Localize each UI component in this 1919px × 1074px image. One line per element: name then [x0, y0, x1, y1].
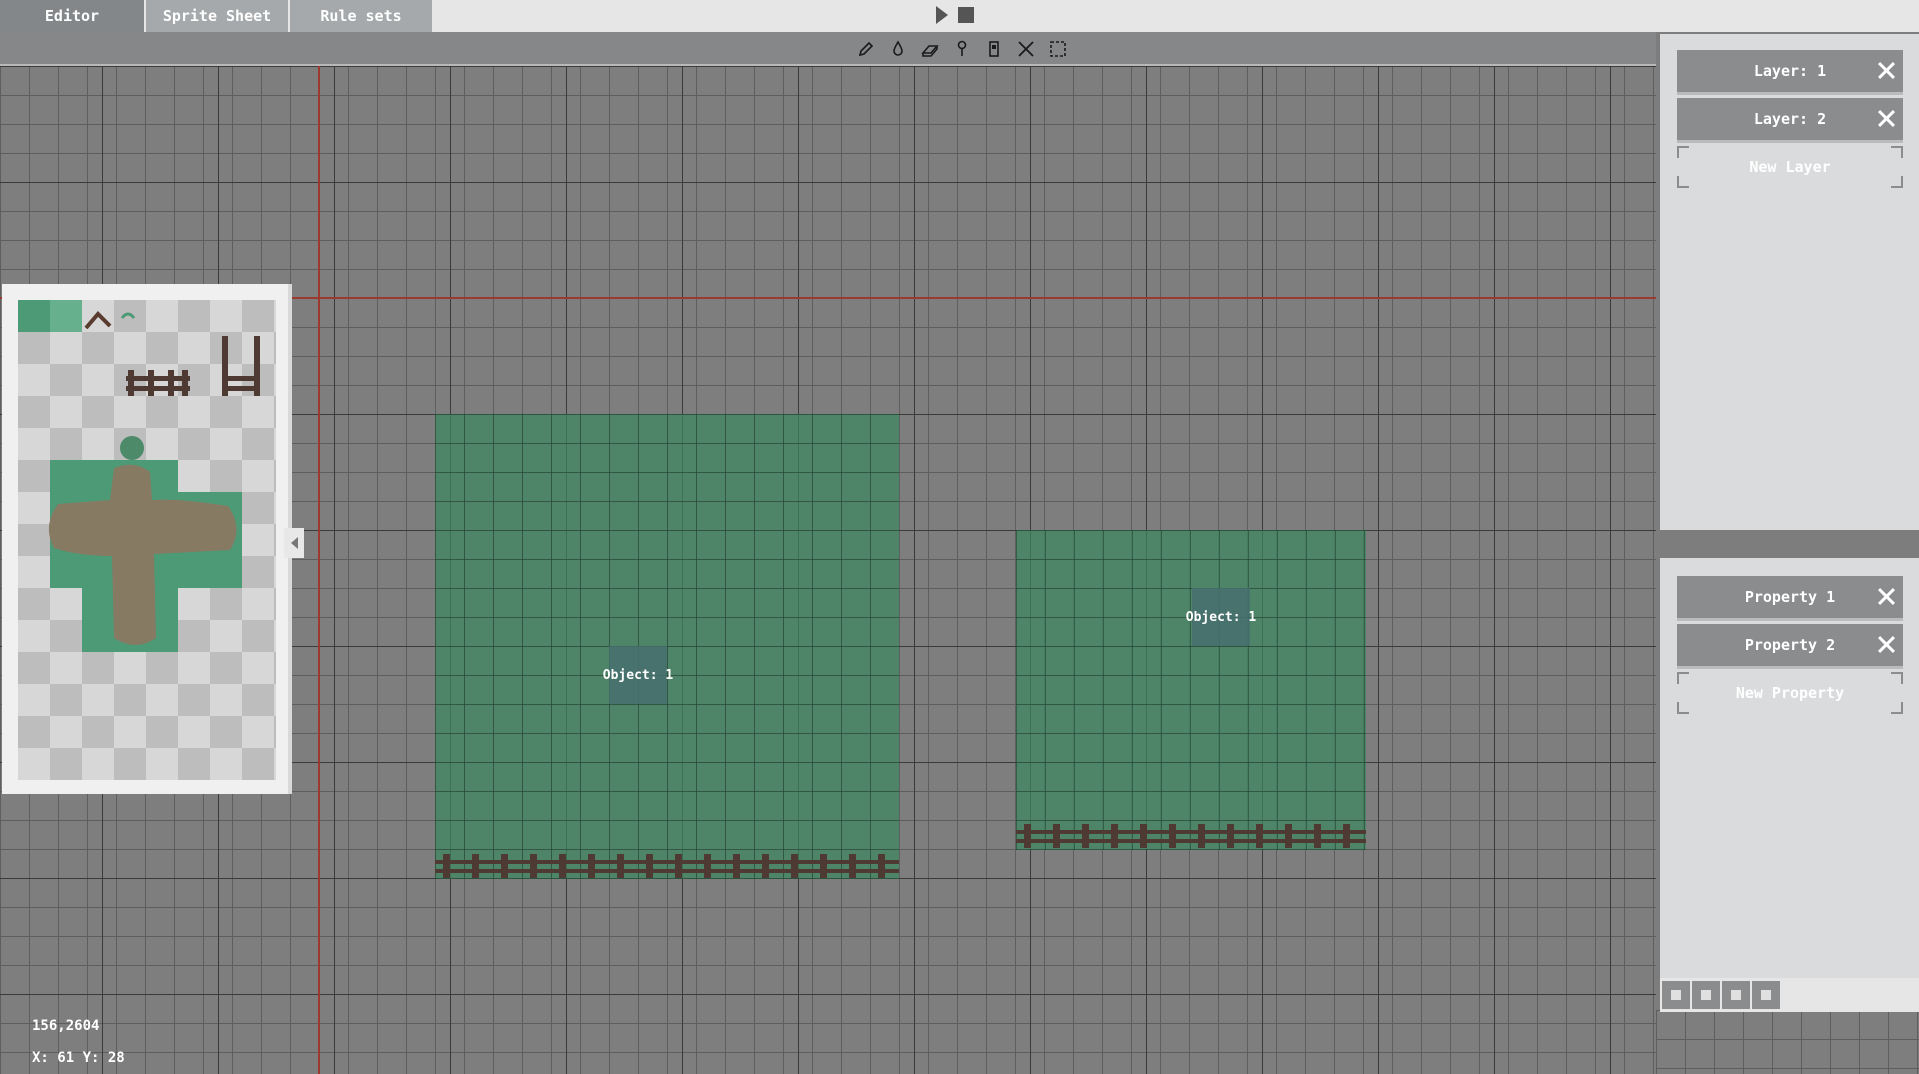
playback-controls — [936, 6, 974, 24]
view-button[interactable] — [1662, 981, 1690, 1009]
status-readout: 156,2604 X: 61 Y: 28 — [32, 1010, 125, 1074]
property-label: Property 1 — [1744, 588, 1836, 606]
new-property-label: New Property — [1735, 684, 1845, 702]
pencil-icon[interactable] — [855, 38, 877, 60]
close-icon[interactable] — [1877, 109, 1895, 127]
view-button[interactable] — [1692, 981, 1720, 1009]
new-layer-label: New Layer — [1749, 158, 1831, 176]
map-object[interactable]: Object: 1 — [435, 414, 899, 879]
tile-coordinates: X: 61 Y: 28 — [32, 1050, 125, 1066]
bucket-icon[interactable] — [887, 38, 909, 60]
close-icon[interactable] — [1877, 61, 1895, 79]
layer-label: Layer: 1 — [1753, 62, 1827, 80]
map-object[interactable]: Object: 1 — [1016, 530, 1366, 850]
object-label: Object: 1 — [603, 646, 673, 704]
eyedropper-icon[interactable] — [951, 38, 973, 60]
object-label: Object: 1 — [1186, 588, 1256, 646]
tile-sheet[interactable] — [18, 300, 276, 780]
tile-palette — [2, 284, 292, 794]
canvas-edge — [1656, 1010, 1919, 1074]
layers-panel: Layer: 1 Layer: 2 New Layer — [1660, 34, 1919, 530]
close-icon[interactable] — [1877, 635, 1895, 653]
tab-editor[interactable]: Editor — [0, 0, 144, 32]
cursor-position: 156,2604 — [32, 1018, 100, 1034]
new-property-button[interactable]: New Property — [1677, 672, 1903, 714]
tab-sprite-sheet[interactable]: Sprite Sheet — [146, 0, 288, 32]
top-tab-bar: Editor Sprite Sheet Rule sets — [0, 0, 1919, 32]
layer-label: Layer: 2 — [1753, 110, 1827, 128]
eraser-icon[interactable] — [919, 38, 941, 60]
tab-rule-sets[interactable]: Rule sets — [290, 0, 432, 32]
clear-icon[interactable] — [1015, 38, 1037, 60]
property-item[interactable]: Property 1 — [1677, 576, 1903, 621]
property-label: Property 2 — [1744, 636, 1836, 654]
stop-icon[interactable] — [958, 7, 974, 23]
origin-axis-vertical — [318, 66, 320, 1074]
tool-strip — [0, 32, 1656, 66]
properties-panel: Property 1 Property 2 New Property — [1660, 558, 1919, 978]
layer-item[interactable]: Layer: 2 — [1677, 98, 1903, 143]
chevron-left-icon — [290, 537, 298, 549]
view-button[interactable] — [1722, 981, 1750, 1009]
selection-icon[interactable] — [1047, 38, 1069, 60]
fence-row — [435, 854, 899, 878]
play-icon[interactable] — [936, 6, 948, 24]
fence-row — [1016, 824, 1366, 848]
close-icon[interactable] — [1877, 587, 1895, 605]
collapse-palette-button[interactable] — [284, 528, 304, 558]
layer-item[interactable]: Layer: 1 — [1677, 50, 1903, 95]
tile-icon[interactable] — [983, 38, 1005, 60]
new-layer-button[interactable]: New Layer — [1677, 146, 1903, 188]
panel-toolbar — [1660, 978, 1919, 1012]
view-button[interactable] — [1752, 981, 1780, 1009]
property-item[interactable]: Property 2 — [1677, 624, 1903, 669]
